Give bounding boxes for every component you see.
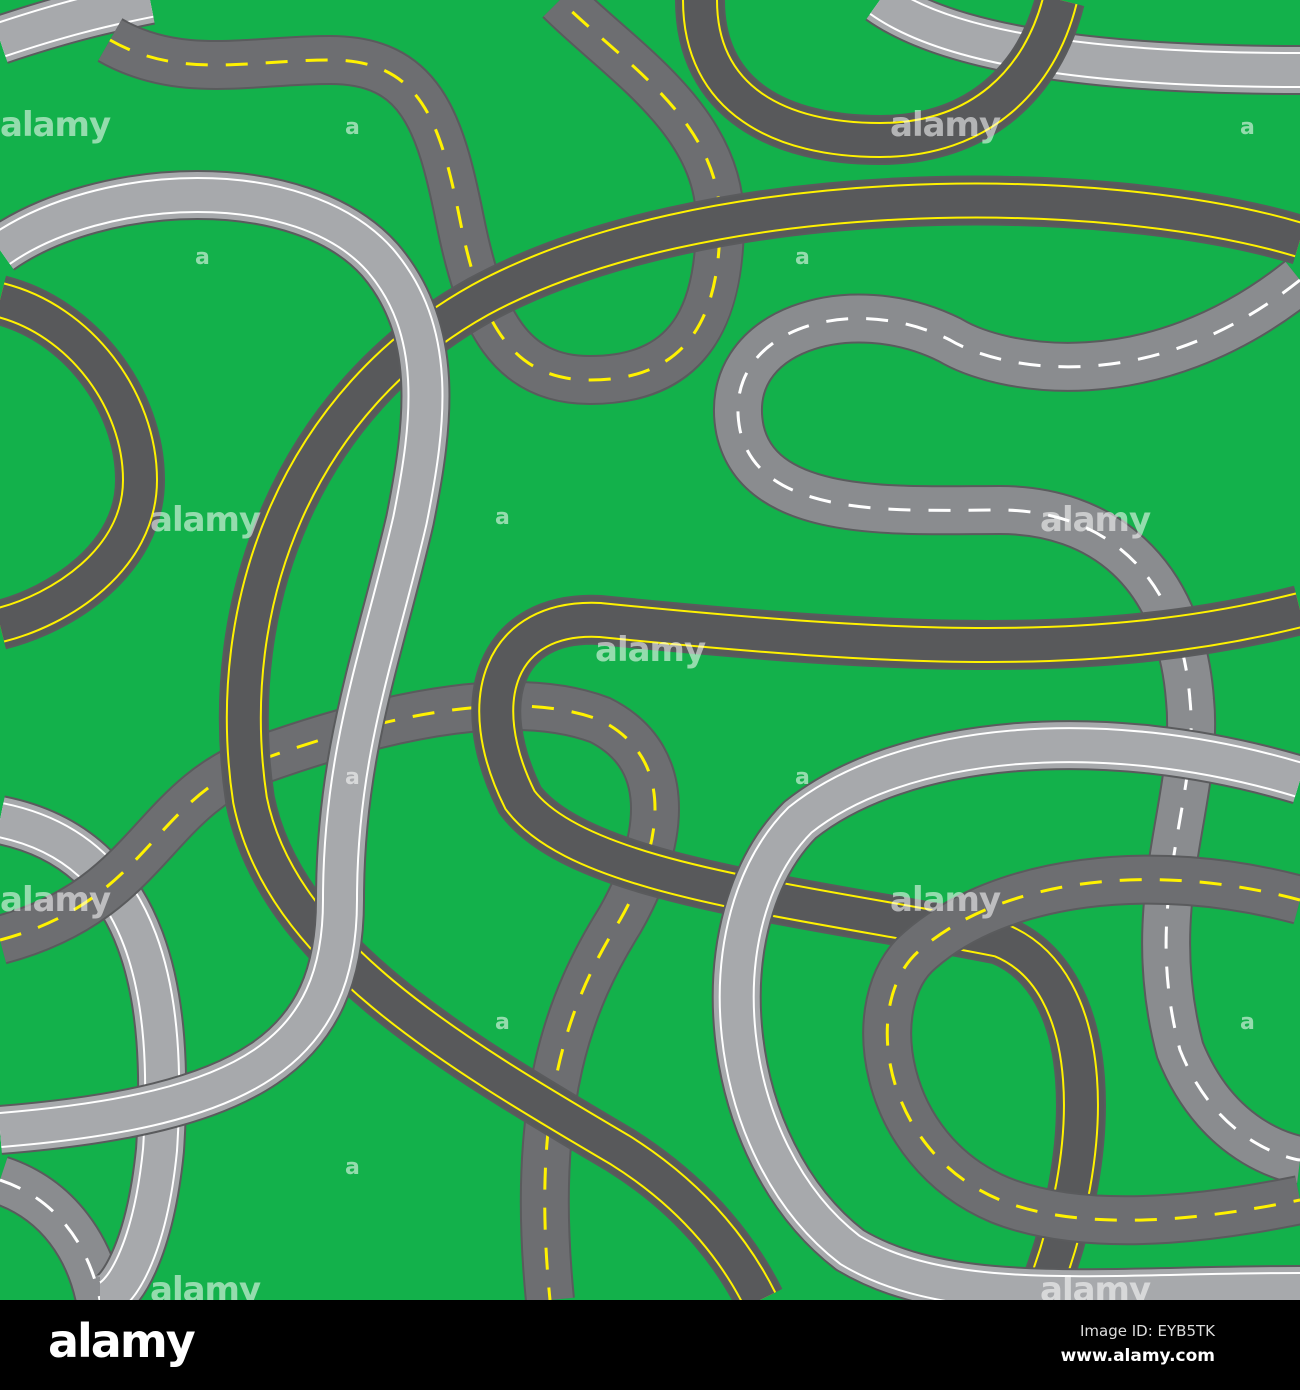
watermark-mark: a bbox=[1240, 115, 1255, 140]
watermark-mark: a bbox=[345, 765, 360, 790]
watermark-text: alamy bbox=[595, 630, 706, 670]
watermark-mark: a bbox=[795, 765, 810, 790]
watermark-mark: a bbox=[195, 245, 210, 270]
watermark-mark: a bbox=[345, 1155, 360, 1180]
road-midW-5 bbox=[0, 1156, 125, 1306]
road-midW-10 bbox=[713, 260, 1300, 1185]
website-link[interactable]: www.alamy.com bbox=[1061, 1346, 1215, 1366]
watermark-text: alamy bbox=[150, 500, 261, 540]
watermark-text: alamy bbox=[0, 880, 111, 920]
watermark-text: alamy bbox=[1040, 500, 1151, 540]
watermark-text: alamy bbox=[0, 105, 111, 145]
watermark-mark: a bbox=[345, 115, 360, 140]
watermark-mark: a bbox=[1240, 1010, 1255, 1035]
road-darkY-4 bbox=[0, 275, 166, 650]
footer-bar: alamy Image ID: EYB5TK www.alamy.com bbox=[0, 1300, 1300, 1390]
watermark-mark: a bbox=[495, 505, 510, 530]
watermark-text: alamy bbox=[890, 880, 1001, 920]
stock-image: alamy alamy alamy alamy alamy alamy alamy alamy… bbox=[0, 0, 1300, 1390]
road-light-1 bbox=[865, 0, 1300, 95]
watermark-mark: a bbox=[795, 245, 810, 270]
alamy-logo: alamy bbox=[48, 1314, 196, 1368]
image-id: Image ID: EYB5TK bbox=[1079, 1322, 1215, 1340]
watermark-mark: a bbox=[495, 1010, 510, 1035]
watermark-text: alamy bbox=[890, 105, 1001, 145]
